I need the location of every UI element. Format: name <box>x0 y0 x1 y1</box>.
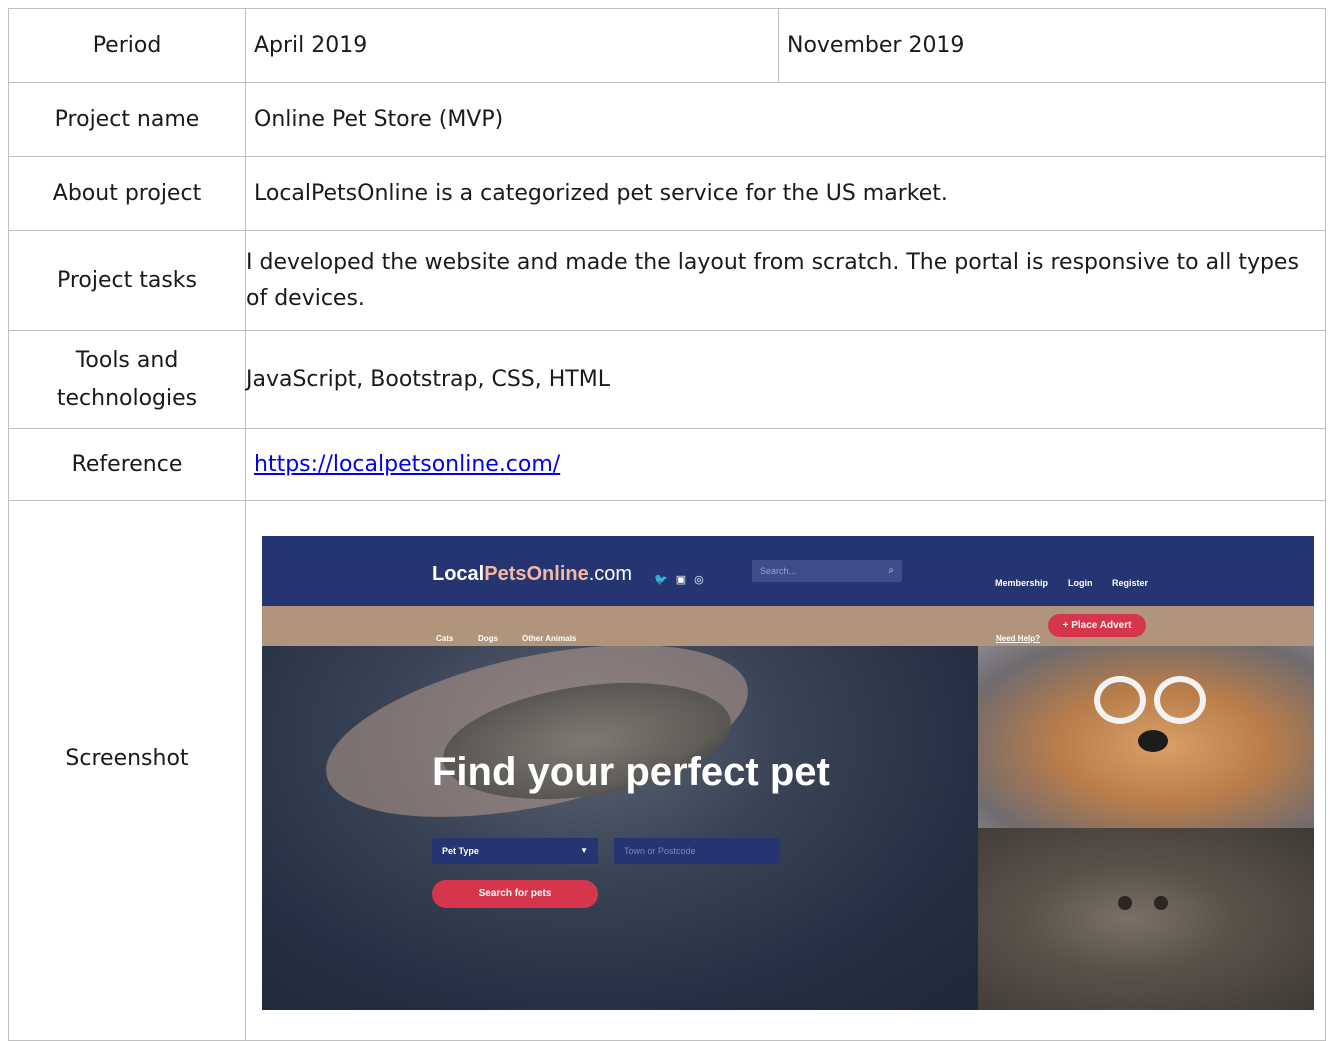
dog-nose <box>1138 730 1168 752</box>
dog-glasses-left <box>1094 676 1146 724</box>
site-search[interactable]: Search... ⌕ <box>752 560 902 582</box>
screenshot-label: Screenshot <box>8 500 246 1041</box>
place-advert-button[interactable]: + Place Advert <box>1048 614 1146 637</box>
row-period: Period April 2019 November 2019 <box>8 8 1326 83</box>
reference-label: Reference <box>8 428 246 501</box>
screenshot-cell: LocalPetsOnline.com 🐦▣◎ Search... ⌕ Memb… <box>245 500 1326 1041</box>
kitten-eye-left <box>1118 896 1132 910</box>
tools-label-line1: Tools and <box>75 347 179 373</box>
pet-type-value: Pet Type <box>442 846 479 856</box>
dog-glasses-right <box>1154 676 1206 724</box>
nav-membership[interactable]: Membership <box>995 565 1048 601</box>
period-label: Period <box>8 8 246 83</box>
search-icon: ⌕ <box>888 565 894 576</box>
dog-image <box>978 646 1314 828</box>
row-tools: Tools and technologies JavaScript, Boots… <box>8 330 1326 429</box>
project-table: Period April 2019 November 2019 Project … <box>8 8 1326 1041</box>
tasks-value: I developed the website and made the lay… <box>245 230 1326 331</box>
twitter-icon[interactable]: 🐦 <box>654 574 676 586</box>
nav-login[interactable]: Login <box>1068 565 1093 601</box>
kitten-image <box>978 828 1314 1010</box>
about-label: About project <box>8 156 246 231</box>
reference-cell: https://localpetsonline.com/ <box>245 428 1326 501</box>
period-end: November 2019 <box>778 8 1326 83</box>
chevron-down-icon: ▼ <box>580 846 588 855</box>
reference-link[interactable]: https://localpetsonline.com/ <box>254 452 560 477</box>
nav-register[interactable]: Register <box>1112 565 1148 601</box>
row-screenshot: Screenshot LocalPetsOnline.com 🐦▣◎ Searc… <box>8 500 1326 1041</box>
about-value: LocalPetsOnline is a categorized pet ser… <box>245 156 1326 231</box>
website-screenshot: LocalPetsOnline.com 🐦▣◎ Search... ⌕ Memb… <box>262 536 1314 1010</box>
pet-type-select[interactable]: Pet Type ▼ <box>432 838 598 864</box>
site-search-placeholder: Search... <box>760 566 797 576</box>
logo-part-2: PetsOnline <box>484 563 589 585</box>
category-bar <box>262 606 1314 646</box>
search-pets-button[interactable]: Search for pets <box>432 880 598 908</box>
hero-headline: Find your perfect pet <box>432 750 830 794</box>
row-tasks: Project tasks I developed the website an… <box>8 230 1326 331</box>
tasks-label: Project tasks <box>8 230 246 331</box>
row-reference: Reference https://localpetsonline.com/ <box>8 428 1326 501</box>
project-name-label: Project name <box>8 82 246 157</box>
facebook-icon[interactable]: ▣ <box>676 574 694 586</box>
logo-part-1: Local <box>432 563 485 585</box>
row-project-name: Project name Online Pet Store (MVP) <box>8 82 1326 157</box>
social-links: 🐦▣◎ <box>654 562 712 598</box>
site-logo: LocalPetsOnline.com <box>432 556 632 592</box>
kitten-eye-right <box>1154 896 1168 910</box>
tools-label: Tools and technologies <box>8 330 246 429</box>
period-start: April 2019 <box>245 8 779 83</box>
logo-part-3: .com <box>588 563 633 585</box>
location-input[interactable]: Town or Postcode <box>614 838 780 864</box>
row-about: About project LocalPetsOnline is a categ… <box>8 156 1326 231</box>
tools-value: JavaScript, Bootstrap, CSS, HTML <box>245 330 1326 429</box>
instagram-icon[interactable]: ◎ <box>694 574 712 586</box>
project-name-value: Online Pet Store (MVP) <box>245 82 1326 157</box>
tools-label-line2: technologies <box>56 385 198 411</box>
